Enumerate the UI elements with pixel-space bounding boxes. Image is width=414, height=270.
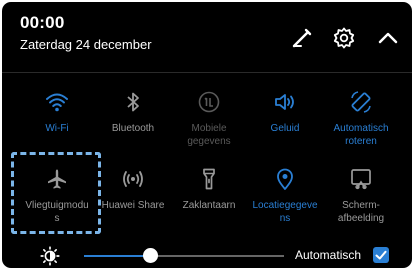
brightness-slider-thumb[interactable] (143, 248, 158, 263)
tile-label: Bluetooth (111, 123, 155, 134)
tile-label: Automatisch roteren (333, 123, 389, 147)
wifi-icon (45, 90, 69, 114)
tile-label: Mobiele gegevens (187, 123, 231, 147)
sound-icon (273, 90, 297, 114)
screenshot-icon (349, 167, 373, 191)
tile-bluetooth[interactable]: Bluetooth (92, 90, 174, 135)
bluetooth-icon (121, 90, 145, 114)
tile-label: Wi-Fi (45, 123, 69, 134)
auto-rotate-icon (349, 90, 373, 114)
edit-icon[interactable] (290, 26, 314, 50)
huawei-share-icon (121, 167, 145, 191)
airplane-mode-highlight (11, 152, 101, 234)
flashlight-icon (197, 167, 221, 191)
tile-label: Huawei Share (101, 200, 165, 211)
tile-sound[interactable]: Geluid (244, 90, 326, 135)
clock-time: 00:00 (20, 13, 65, 32)
auto-brightness-checkbox[interactable] (373, 247, 389, 263)
header-divider (2, 72, 412, 73)
tile-huawei-share[interactable]: Huawei Share (92, 167, 174, 212)
auto-brightness-label: Automatisch (295, 248, 362, 262)
quick-settings-panel: 00:00 Zaterdag 24 december Wi-Fi Bluetoo… (2, 2, 412, 268)
tile-auto-rotate[interactable]: Automatisch roteren (320, 90, 402, 148)
tile-mobile-data[interactable]: Mobiele gegevens (168, 90, 250, 148)
gear-icon[interactable] (332, 26, 356, 50)
tile-wifi[interactable]: Wi-Fi (16, 90, 98, 135)
brightness-slider-track[interactable] (150, 255, 284, 257)
tile-location[interactable]: Locatiegegeve ns (244, 167, 326, 225)
tile-label: Geluid (270, 123, 300, 134)
tile-screenshot[interactable]: Scherm- afbeelding (320, 167, 402, 225)
tile-label: Scherm- afbeelding (337, 200, 385, 224)
brightness-icon (40, 246, 60, 266)
tile-label: Zaklantaarn (182, 200, 236, 211)
brightness-slider-fill (84, 255, 150, 257)
location-icon (273, 167, 297, 191)
mobile-data-icon (197, 90, 221, 114)
tile-flashlight[interactable]: Zaklantaarn (168, 167, 250, 212)
chevron-up-icon[interactable] (376, 26, 400, 50)
date-label: Zaterdag 24 december (20, 37, 152, 52)
tile-label: Locatiegegeve ns (252, 200, 318, 224)
